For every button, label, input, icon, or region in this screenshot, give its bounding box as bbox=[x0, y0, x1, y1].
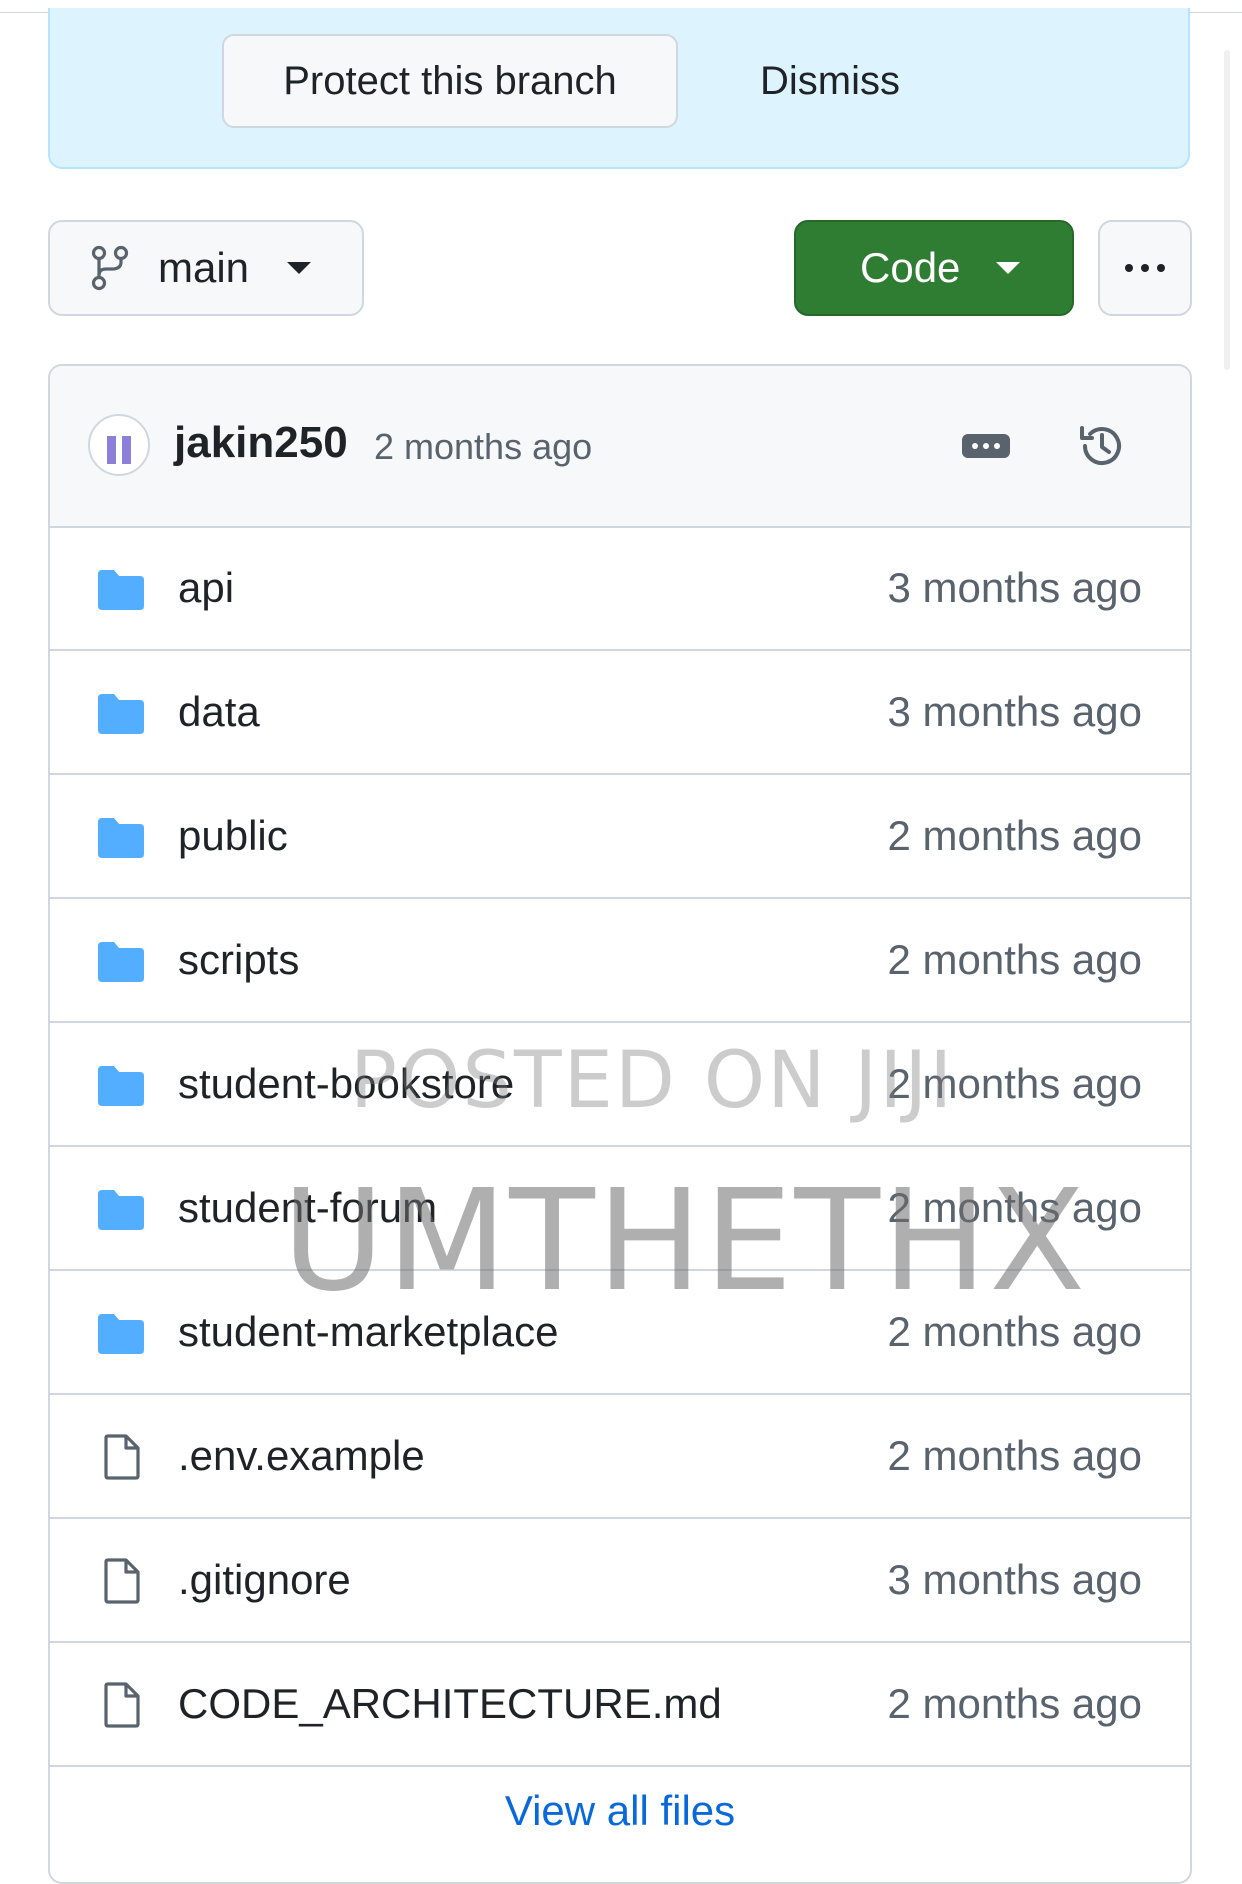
history-icon[interactable] bbox=[1076, 420, 1128, 472]
chevron-down-icon bbox=[996, 262, 1021, 274]
folder-icon bbox=[96, 1310, 146, 1356]
file-browser: jakin250 2 months ago api 3 months ago dat… bbox=[48, 364, 1192, 1884]
file-updated-time: 2 months ago bbox=[887, 1432, 1142, 1479]
file-name[interactable]: student-bookstore bbox=[178, 1060, 514, 1108]
branch-name: main bbox=[158, 244, 250, 291]
commit-author[interactable]: jakin250 bbox=[174, 418, 348, 468]
file-row[interactable]: public 2 months ago bbox=[50, 776, 1190, 899]
git-branch-icon bbox=[90, 245, 130, 291]
code-button-label: Code bbox=[860, 244, 961, 291]
file-icon bbox=[96, 1558, 146, 1604]
branch-selector-button[interactable]: main bbox=[48, 220, 364, 316]
file-updated-time: 2 months ago bbox=[887, 1308, 1142, 1355]
file-name[interactable]: .env.example bbox=[178, 1432, 425, 1480]
protect-branch-banner: Protect this branch Dismiss bbox=[48, 8, 1190, 169]
folder-icon bbox=[96, 690, 146, 736]
commit-time: 2 months ago bbox=[374, 426, 593, 467]
file-updated-time: 2 months ago bbox=[887, 1060, 1142, 1107]
view-all-files-row: View all files bbox=[50, 1756, 1190, 1866]
commit-message-toggle-icon[interactable] bbox=[962, 434, 1010, 458]
file-name[interactable]: student-marketplace bbox=[178, 1308, 559, 1356]
more-options-button[interactable] bbox=[1098, 220, 1192, 316]
file-updated-time: 3 months ago bbox=[887, 1556, 1142, 1603]
folder-icon bbox=[96, 1062, 146, 1108]
kebab-horizontal-icon bbox=[1125, 264, 1165, 272]
file-updated-time: 2 months ago bbox=[887, 1184, 1142, 1231]
file-name[interactable]: public bbox=[178, 812, 288, 860]
file-updated-time: 3 months ago bbox=[887, 688, 1142, 735]
file-row[interactable]: student-bookstore 2 months ago bbox=[50, 1024, 1190, 1147]
file-row[interactable]: student-forum 2 months ago bbox=[50, 1148, 1190, 1271]
folder-icon bbox=[96, 566, 146, 612]
file-name[interactable]: scripts bbox=[178, 936, 299, 984]
chevron-down-icon bbox=[287, 262, 312, 274]
file-updated-time: 3 months ago bbox=[887, 564, 1142, 611]
file-row[interactable]: api 3 months ago bbox=[50, 528, 1190, 651]
file-updated-time: 2 months ago bbox=[887, 1680, 1142, 1727]
file-row[interactable]: .env.example 2 months ago bbox=[50, 1396, 1190, 1519]
file-row[interactable]: data 3 months ago bbox=[50, 652, 1190, 775]
file-name[interactable]: api bbox=[178, 564, 234, 612]
file-icon bbox=[96, 1434, 146, 1480]
view-all-files-link[interactable]: View all files bbox=[505, 1787, 735, 1835]
folder-icon bbox=[96, 1186, 146, 1232]
file-icon bbox=[96, 1682, 146, 1728]
file-row[interactable]: scripts 2 months ago bbox=[50, 900, 1190, 1023]
file-updated-time: 2 months ago bbox=[887, 936, 1142, 983]
dismiss-button[interactable]: Dismiss bbox=[710, 34, 950, 128]
scrollbar[interactable] bbox=[1224, 50, 1230, 370]
folder-icon bbox=[96, 938, 146, 984]
file-name[interactable]: data bbox=[178, 688, 260, 736]
file-name[interactable]: student-forum bbox=[178, 1184, 437, 1232]
folder-icon bbox=[96, 814, 146, 860]
protect-branch-button[interactable]: Protect this branch bbox=[222, 34, 678, 128]
file-row[interactable]: CODE_ARCHITECTURE.md 2 months ago bbox=[50, 1644, 1190, 1767]
file-row[interactable]: student-marketplace 2 months ago bbox=[50, 1272, 1190, 1395]
file-updated-time: 2 months ago bbox=[887, 812, 1142, 859]
file-name[interactable]: .gitignore bbox=[178, 1556, 351, 1604]
latest-commit-header: jakin250 2 months ago bbox=[50, 366, 1190, 528]
code-button[interactable]: Code bbox=[794, 220, 1074, 316]
avatar[interactable] bbox=[88, 414, 150, 476]
file-name[interactable]: CODE_ARCHITECTURE.md bbox=[178, 1680, 722, 1728]
file-row[interactable]: .gitignore 3 months ago bbox=[50, 1520, 1190, 1643]
